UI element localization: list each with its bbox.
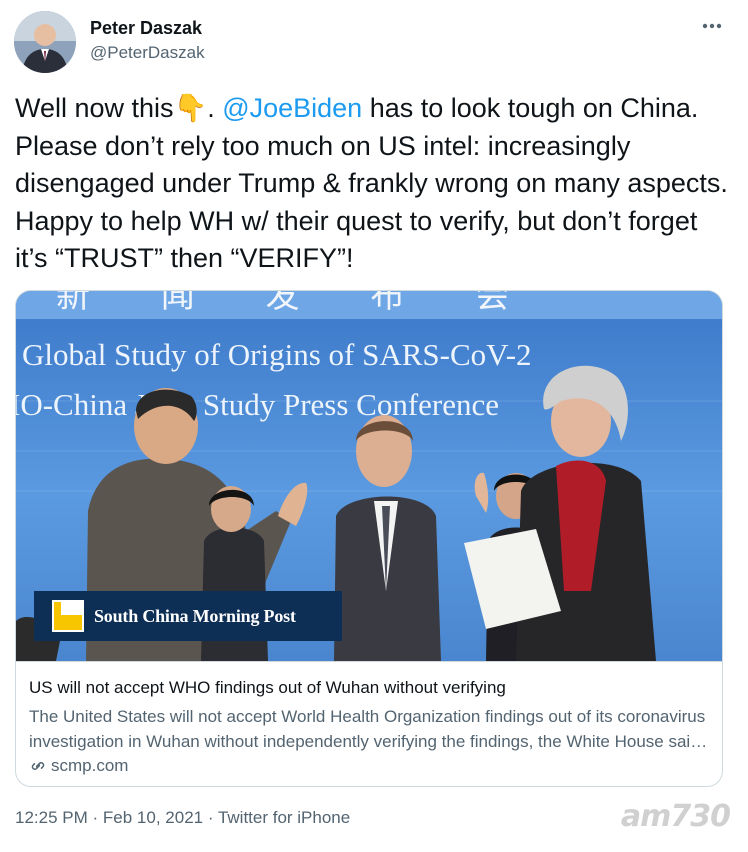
tweet-metadata: 12:25 PM · Feb 10, 2021 · Twitter for iP… [15, 808, 350, 828]
tweet-date[interactable]: Feb 10, 2021 [103, 808, 203, 827]
meta-separator: · [92, 808, 99, 827]
tweet: Peter Daszak @PeterDaszak Well now this👇… [0, 0, 748, 852]
card-description: The United States will not accept World … [29, 707, 706, 751]
tweet-source[interactable]: Twitter for iPhone [218, 808, 350, 827]
card-text: US will not accept WHO findings out of W… [16, 661, 722, 786]
scmp-logo-icon [52, 600, 84, 632]
publisher-badge: South China Morning Post [34, 591, 342, 641]
card-domain[interactable]: scmp.com [29, 756, 128, 776]
user-handle[interactable]: @PeterDaszak [90, 43, 205, 63]
tweet-text-start: Well now this [15, 93, 174, 123]
mention-link[interactable]: @JoeBiden [222, 93, 362, 123]
link-card[interactable]: 新 闻 发 布 会 Global Study of Origins of SAR… [15, 290, 723, 787]
avatar-image [14, 11, 76, 73]
link-icon [31, 762, 45, 770]
avatar[interactable] [14, 11, 76, 73]
tweet-text-punct: . [207, 93, 223, 123]
display-name[interactable]: Peter Daszak [90, 18, 202, 39]
more-options-button[interactable] [698, 12, 726, 40]
pointing-down-emoji: 👇 [173, 93, 208, 123]
banner-top-text: 新 闻 发 布 会 [56, 291, 539, 316]
card-title[interactable]: US will not accept WHO findings out of W… [29, 678, 709, 698]
banner-line2-text: IO-China Joint Study Press Conference [16, 387, 499, 422]
watermark-logo: am730 [620, 799, 731, 834]
meta-separator-2: · [207, 808, 214, 827]
card-domain-text: scmp.com [51, 756, 129, 775]
card-image: 新 闻 发 布 会 Global Study of Origins of SAR… [16, 291, 722, 661]
publisher-name: South China Morning Post [94, 605, 296, 626]
tweet-text: Well now this👇. @JoeBiden has to look to… [15, 90, 735, 278]
tweet-time[interactable]: 12:25 PM [15, 808, 88, 827]
more-dots-icon [702, 23, 722, 29]
banner-line1-text: Global Study of Origins of SARS-CoV-2 [22, 337, 532, 372]
